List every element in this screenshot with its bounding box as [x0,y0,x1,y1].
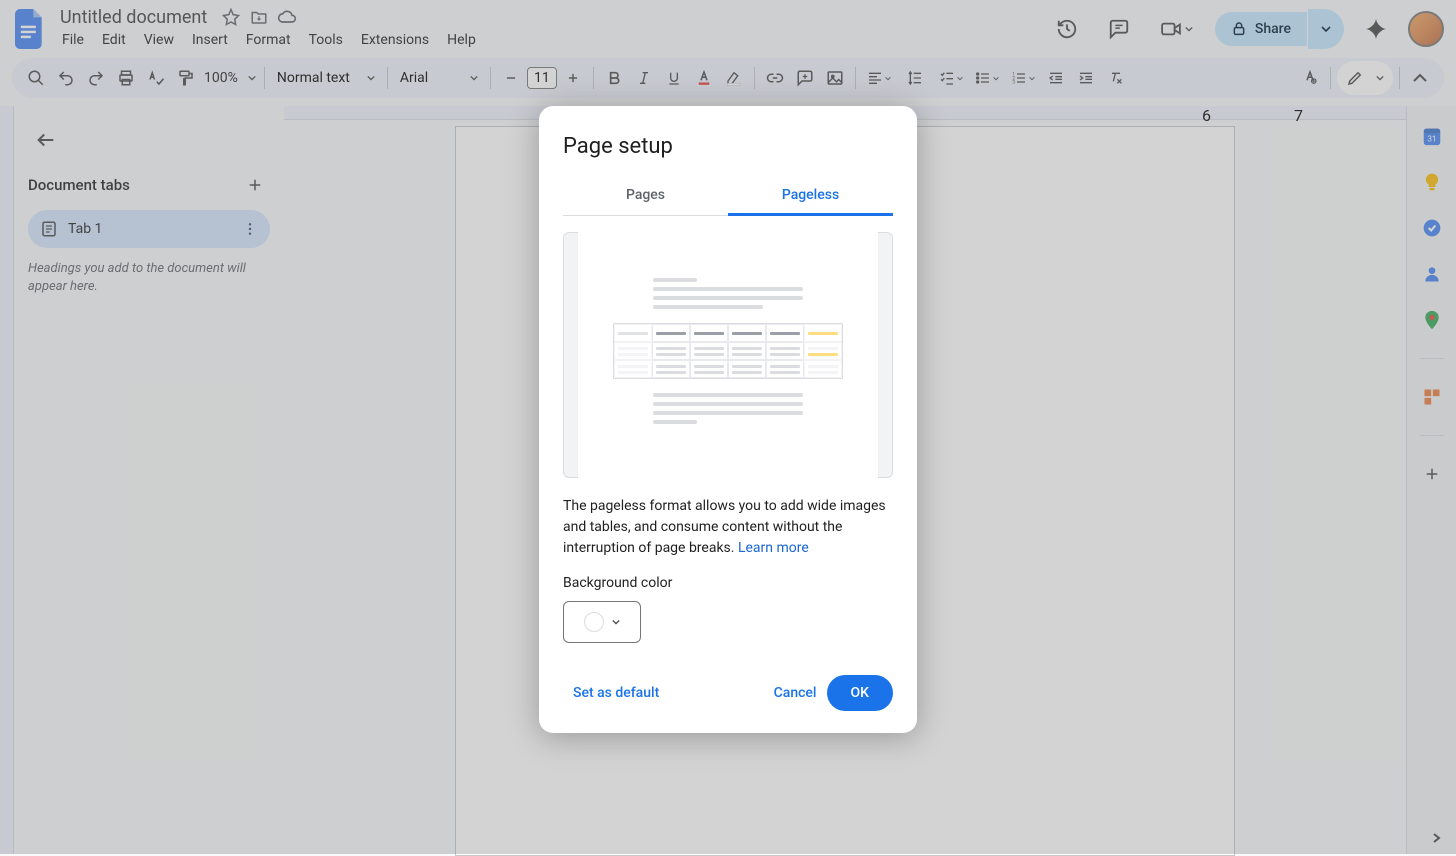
background-color-label: Background color [563,575,893,591]
ok-button[interactable]: OK [827,675,894,711]
dialog-title: Page setup [563,134,893,159]
tab-pageless[interactable]: Pageless [728,177,893,216]
background-color-picker[interactable] [563,601,641,643]
set-as-default-button[interactable]: Set as default [563,677,669,709]
color-swatch-white [584,612,604,632]
tab-pages[interactable]: Pages [563,177,728,215]
learn-more-link[interactable]: Learn more [738,540,809,556]
page-setup-dialog: Page setup Pages Pageless The pageless f… [539,106,917,733]
dropdown-caret-icon [612,619,620,625]
dialog-description: The pageless format allows you to add wi… [563,496,893,559]
pageless-preview [563,232,893,478]
cancel-button[interactable]: Cancel [764,677,827,709]
